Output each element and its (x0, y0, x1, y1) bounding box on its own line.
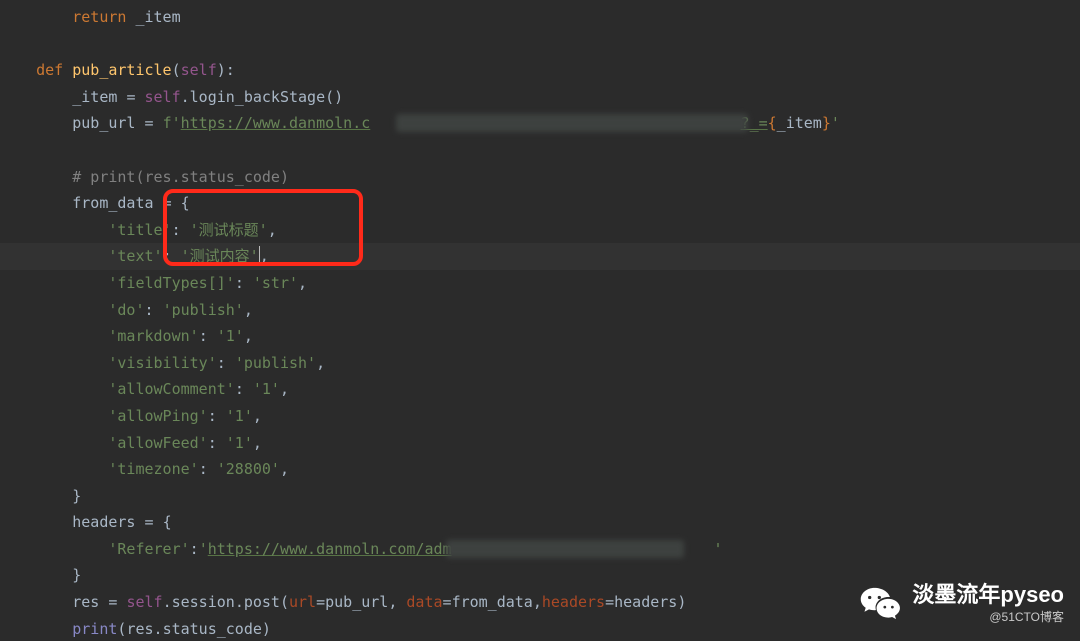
dict-key: 'visibility' (108, 354, 216, 372)
code-line[interactable]: 'Referer':'https://www.danmoln.com/adm ' (0, 536, 1080, 563)
code-line[interactable]: 'fieldTypes[]': 'str', (0, 270, 1080, 297)
dict-value: '测试标题' (190, 221, 268, 239)
function-name: pub_article (72, 61, 171, 79)
code-line[interactable]: 'timezone': '28800', (0, 456, 1080, 483)
code-line-blank[interactable] (0, 137, 1080, 164)
url-literal: https://www.danmoln.c (181, 114, 371, 132)
code-line[interactable]: 'markdown': '1', (0, 323, 1080, 350)
dict-key: 'allowComment' (108, 380, 234, 398)
self-param: self (181, 61, 217, 79)
url-literal: https://www.danmoln.com/adm (208, 540, 452, 558)
dict-value: '28800' (217, 460, 280, 478)
dict-key: 'Referer' (108, 540, 189, 558)
dict-value: '1' (253, 380, 280, 398)
code-line[interactable]: } (0, 483, 1080, 510)
dict-value: '1' (217, 327, 244, 345)
code-line[interactable]: res = self.session.post(url=pub_url, dat… (0, 589, 1080, 616)
dict-key: 'fieldTypes[]' (108, 274, 234, 292)
dict-key: 'allowFeed' (108, 434, 207, 452)
code-line[interactable]: return _item (0, 4, 1080, 31)
dict-value: 'publish' (235, 354, 316, 372)
code-line[interactable]: from_data = { (0, 190, 1080, 217)
code-line[interactable]: # print(res.status_code) (0, 164, 1080, 191)
code-line[interactable]: 'do': 'publish', (0, 297, 1080, 324)
code-line[interactable]: 'visibility': 'publish', (0, 350, 1080, 377)
dict-key: 'timezone' (108, 460, 198, 478)
code-line[interactable]: } (0, 562, 1080, 589)
dict-value: 'str' (253, 274, 298, 292)
code-editor[interactable]: return _item def pub_article(self): _ite… (0, 0, 1080, 641)
dict-value: '测试内容' (181, 247, 259, 265)
code-line[interactable]: 'allowComment': '1', (0, 376, 1080, 403)
code-line[interactable]: 'allowFeed': '1', (0, 430, 1080, 457)
code-line[interactable]: 'title': '测试标题', (0, 217, 1080, 244)
dict-value: '1' (226, 434, 253, 452)
code-line[interactable]: def pub_article(self): (0, 57, 1080, 84)
keyword-return: return (72, 8, 126, 26)
code-line[interactable]: pub_url = f'https://www.danmoln.c ?_={_i… (0, 110, 1080, 137)
dict-key: 'allowPing' (108, 407, 207, 425)
dict-key: 'do' (108, 301, 144, 319)
comment: # print(res.status_code) (72, 168, 289, 186)
builtin-print: print (72, 620, 117, 638)
keyword-def: def (36, 61, 63, 79)
code-line[interactable]: _item = self.login_backStage() (0, 84, 1080, 111)
dict-value: 'publish' (163, 301, 244, 319)
dict-key: 'text' (108, 247, 162, 265)
dict-key: 'markdown' (108, 327, 198, 345)
dict-key: 'title' (108, 221, 171, 239)
identifier: _item (135, 8, 180, 26)
code-line[interactable]: 'allowPing': '1', (0, 403, 1080, 430)
code-line[interactable]: print(res.status_code) (0, 616, 1080, 641)
code-line-blank[interactable] (0, 31, 1080, 58)
code-line[interactable]: headers = { (0, 509, 1080, 536)
dict-value: '1' (226, 407, 253, 425)
code-line-current[interactable]: 'text': '测试内容', (0, 243, 1080, 270)
